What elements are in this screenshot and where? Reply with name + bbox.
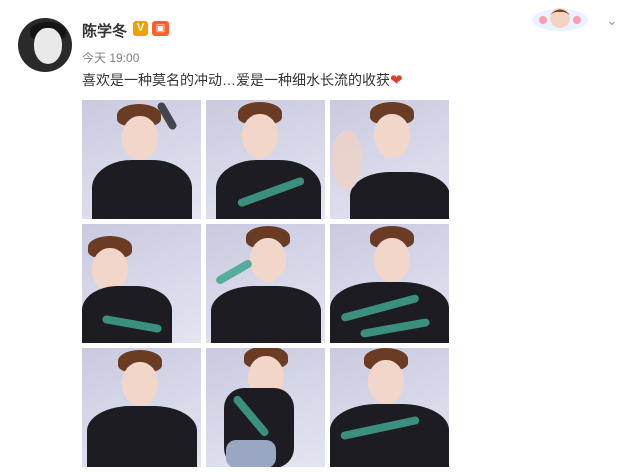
photo-4[interactable] xyxy=(82,224,201,343)
username[interactable]: 陈学冬 xyxy=(82,20,127,41)
photo-2[interactable] xyxy=(206,100,325,219)
post-time[interactable]: 今天 19:00 xyxy=(82,49,139,66)
photo-6[interactable] xyxy=(330,224,449,343)
avatar-sticker-icon[interactable] xyxy=(531,4,589,32)
avatar[interactable] xyxy=(18,18,72,72)
chevron-down-icon[interactable]: ⌄ xyxy=(606,12,618,29)
photo-3[interactable] xyxy=(330,100,449,219)
verified-badge-icon: V xyxy=(133,21,148,36)
photo-1[interactable] xyxy=(82,100,201,219)
photo-5[interactable] xyxy=(206,224,325,343)
post-text: 喜欢是一种莫名的冲动…爱是一种细水长流的收获❤ xyxy=(82,70,403,90)
photo-7[interactable] xyxy=(82,348,201,467)
avatar-face xyxy=(34,28,62,64)
photo-9[interactable] xyxy=(330,348,449,467)
photo-8[interactable] xyxy=(206,348,325,467)
member-badge-icon: ▣ xyxy=(152,21,169,36)
heart-icon: ❤ xyxy=(390,72,403,89)
post-text-body: 喜欢是一种莫名的冲动…爱是一种细水长流的收获 xyxy=(82,72,390,88)
